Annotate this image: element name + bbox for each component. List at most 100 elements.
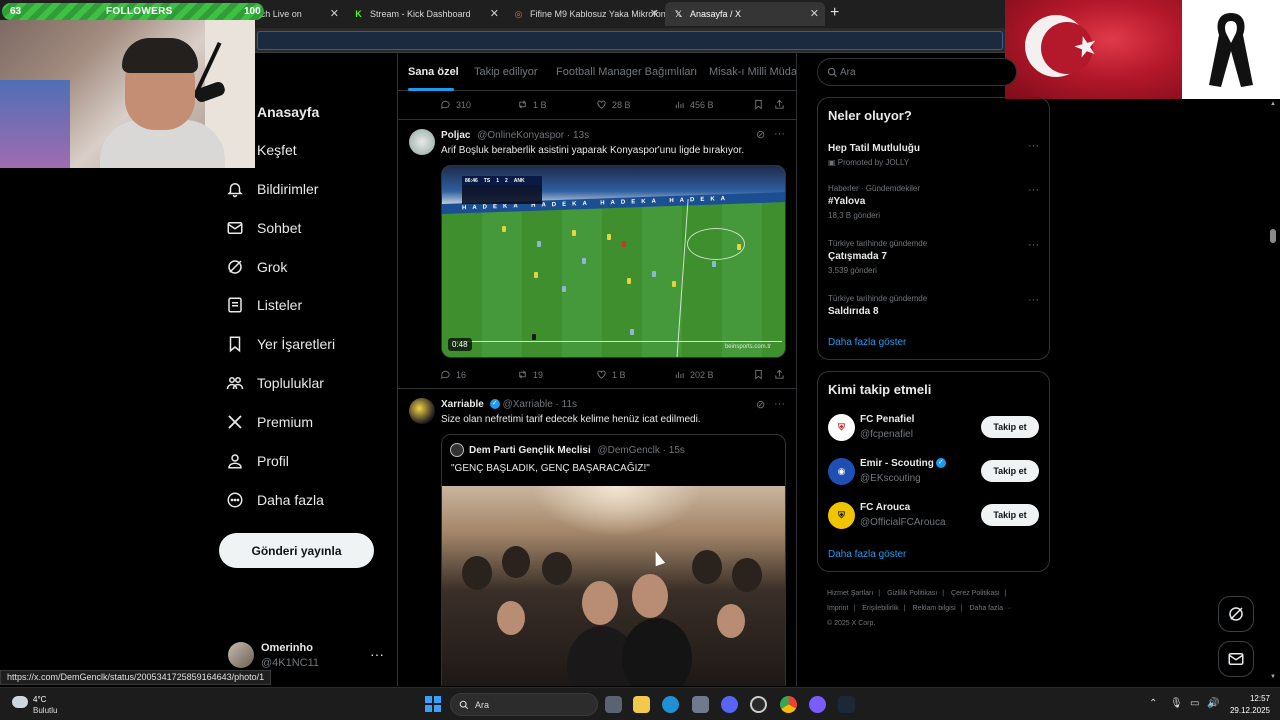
follow-suggestion[interactable]: ⛨ FC Penafiel @fcpenafiel Takip et [828, 412, 1043, 444]
close-icon[interactable]: ✕ [650, 7, 659, 20]
nav-item-profile[interactable]: Profil [225, 449, 289, 473]
scroll-up-icon[interactable]: ▲ [1270, 101, 1276, 107]
reply-button[interactable]: 310 [440, 99, 471, 110]
author-handle[interactable]: @OnlineKonyaspor [477, 130, 564, 141]
more-icon[interactable]: ··· [1028, 184, 1039, 196]
scrollbar-thumb[interactable] [1270, 229, 1276, 243]
footer-imprint[interactable]: Imprint [827, 605, 848, 612]
avatar[interactable] [409, 398, 435, 424]
video-player[interactable]: HADEKA HADEKA HADEKA HADEKA 86:46 TS 1 2… [441, 165, 786, 358]
grok-icon[interactable]: ⊘ [756, 128, 765, 141]
footer-ads-info[interactable]: Reklam bilgisi [913, 605, 956, 612]
nav-item-communities[interactable]: Topluluklar [225, 371, 324, 395]
discord-icon[interactable] [721, 696, 738, 713]
trend-item[interactable]: Hep Tatil Mutluluğu ▣ Promoted by JOLLY … [828, 140, 1043, 167]
windows-start-icon[interactable] [425, 696, 441, 712]
nav-item-home[interactable]: Anasayfa [257, 100, 319, 124]
weather-widget[interactable]: 4°C Bulutlu [12, 692, 92, 718]
more-icon[interactable]: ··· [1028, 239, 1039, 251]
tweet-time[interactable]: 11s [562, 399, 577, 410]
grok-icon[interactable]: ⊘ [756, 398, 765, 411]
avatar[interactable] [409, 129, 435, 155]
bookmark-button[interactable] [753, 99, 769, 110]
app-icon[interactable] [809, 696, 826, 713]
tab-x-home[interactable]: 𝕏 Anasayfa / X ✕ [665, 2, 825, 26]
trend-item[interactable]: Türkiye tarihinde gündemde Saldırıda 8 ·… [828, 294, 1043, 317]
grok-fab-button[interactable] [1218, 596, 1254, 632]
nav-item-grok[interactable]: Grok [225, 255, 287, 279]
follow-suggestion[interactable]: ⛨ FC Arouca @OfficialFCArouca Takip et [828, 500, 1043, 532]
taskbar-search[interactable]: Ara [450, 693, 598, 716]
account-switcher[interactable]: Omerinho @4K1NC11 ··· [228, 640, 388, 672]
volume-icon[interactable]: 🔊 [1207, 698, 1219, 709]
address-bar[interactable] [255, 28, 1005, 53]
nav-item-more[interactable]: Daha fazla [225, 488, 324, 512]
footer-cookies[interactable]: Çerez Politikası [951, 590, 1000, 597]
close-icon[interactable]: ✕ [490, 7, 499, 20]
trend-item[interactable]: Türkiye tarihinde gündemde Çatışmada 7 3… [828, 239, 1043, 275]
nav-item-notifications[interactable]: Bildirimler [225, 177, 318, 201]
tab-fifine[interactable]: ◎ Fifine M9 Kablosuz Yaka Mikrofon ✕ [505, 2, 665, 26]
views-button[interactable]: 202 B [674, 369, 714, 380]
trend-item[interactable]: Haberler · Gündemdekiler #Yalova 18,3 B … [828, 184, 1043, 220]
close-icon[interactable]: ✕ [330, 7, 339, 20]
nav-item-lists[interactable]: Listeler [225, 293, 302, 317]
tab-misak-i-milli[interactable]: Misak-ı Milli Müdaf [709, 66, 796, 78]
system-clock[interactable]: 12:57 29.12.2025 [1228, 693, 1270, 717]
edge-icon[interactable] [662, 696, 679, 713]
repost-button[interactable]: 1 B [517, 99, 547, 110]
tab-following[interactable]: Takip ediliyor [474, 66, 538, 78]
settings-icon[interactable] [692, 696, 709, 713]
more-icon[interactable]: ··· [370, 646, 384, 662]
tweet-time[interactable]: 13s [573, 130, 589, 141]
more-icon[interactable]: ··· [774, 128, 785, 140]
like-button[interactable]: 1 B [596, 369, 626, 380]
author-name[interactable]: Xarriable [441, 399, 484, 410]
footer-privacy[interactable]: Gizlilik Politikası [887, 590, 937, 597]
more-icon[interactable]: ··· [774, 398, 785, 410]
display-icon[interactable]: ▭ [1190, 698, 1199, 709]
author-name[interactable]: Poljac [441, 130, 470, 141]
show-more-follow-link[interactable]: Daha fazla göster [828, 549, 906, 560]
tab-for-you[interactable]: Sana özel [408, 66, 459, 78]
new-tab-button[interactable]: + [830, 4, 839, 22]
show-more-trends-link[interactable]: Daha fazla göster [828, 337, 906, 348]
quoted-tweet[interactable]: Dem Parti Gençlik Meclisi @DemGenclk · 1… [441, 434, 786, 686]
scrollbar[interactable]: ▲ ▼ [1269, 99, 1277, 687]
file-explorer-icon[interactable] [633, 696, 650, 713]
follow-button[interactable]: Takip et [981, 416, 1039, 438]
nav-item-bookmarks[interactable]: Yer İşaretleri [225, 332, 335, 356]
task-view-icon[interactable] [605, 696, 622, 713]
share-button[interactable] [774, 369, 790, 380]
follow-button[interactable]: Takip et [981, 460, 1039, 482]
post-button[interactable]: Gönderi yayınla [219, 533, 374, 568]
more-icon[interactable]: ··· [1028, 294, 1039, 306]
footer-accessibility[interactable]: Erişilebilirlik [862, 605, 899, 612]
follow-suggestion[interactable]: ◉ Emir - Scouting ✓ @EKscouting Takip et [828, 456, 1043, 488]
chrome-icon[interactable] [780, 696, 797, 713]
messages-fab-button[interactable] [1218, 641, 1254, 677]
scroll-down-icon[interactable]: ▼ [1270, 674, 1276, 680]
obs-icon[interactable] [750, 696, 767, 713]
more-icon[interactable]: ··· [1028, 140, 1039, 152]
nav-item-premium[interactable]: Premium [225, 410, 313, 434]
microphone-icon[interactable]: 🎙 [1170, 698, 1183, 709]
footer-more[interactable]: Daha fazla ··· [970, 605, 1012, 612]
quote-photo[interactable] [442, 486, 785, 686]
close-icon[interactable]: ✕ [810, 7, 819, 20]
nav-item-chat[interactable]: Sohbet [225, 216, 301, 240]
follow-button[interactable]: Takip et [981, 504, 1039, 526]
tab-kick-dashboard[interactable]: K Stream - Kick Dashboard ✕ [345, 2, 505, 26]
bookmark-button[interactable] [753, 369, 769, 380]
author-handle[interactable]: @Xarriable [503, 399, 553, 410]
steam-icon[interactable] [838, 696, 855, 713]
reply-button[interactable]: 16 [440, 369, 466, 380]
views-button[interactable]: 456 B [674, 99, 714, 110]
tab-football-manager[interactable]: Football Manager Bağımlıları [556, 66, 697, 78]
share-button[interactable] [774, 99, 790, 110]
like-button[interactable]: 28 B [596, 99, 631, 110]
repost-button[interactable]: 19 [517, 369, 543, 380]
footer-terms[interactable]: Hizmet Şartları [827, 590, 873, 597]
chevron-up-icon[interactable]: ⌃ [1149, 698, 1157, 709]
nav-item-explore[interactable]: Keşfet [257, 138, 297, 162]
